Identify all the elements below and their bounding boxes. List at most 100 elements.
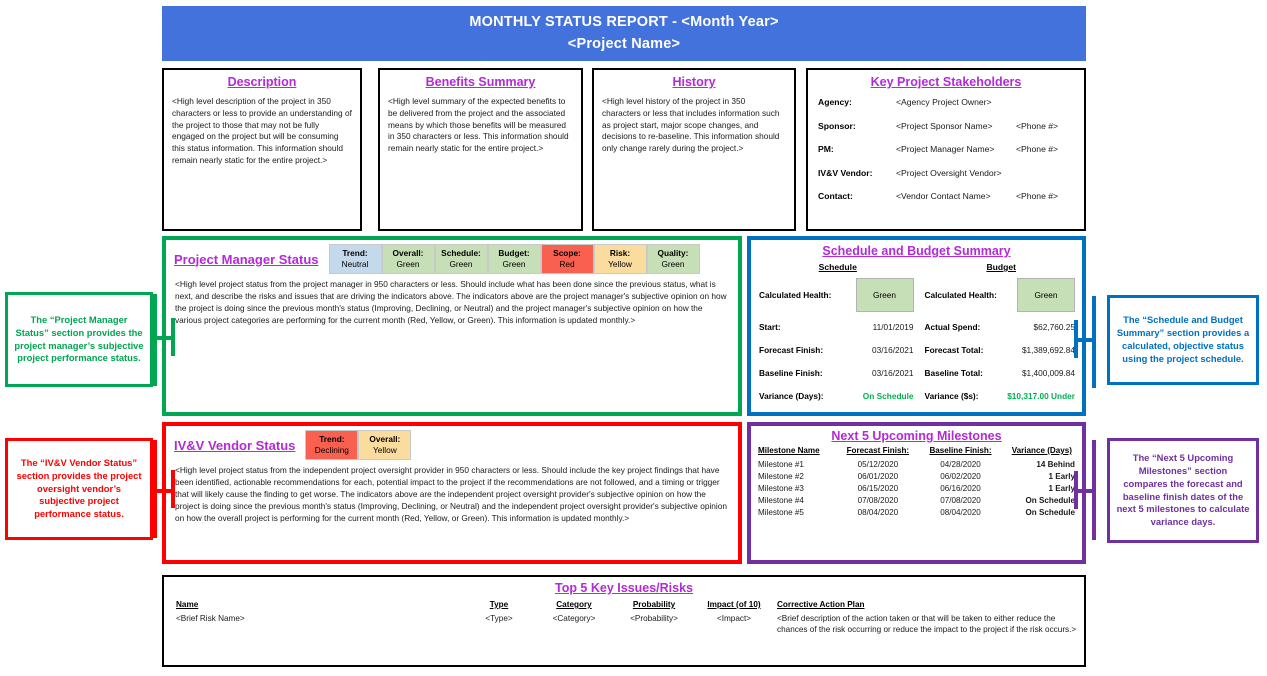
- status-badge-key: Schedule:: [441, 247, 481, 258]
- report-title-line1: MONTHLY STATUS REPORT - <Month Year>: [469, 14, 779, 31]
- table-row: Milestone #4 07/08/2020 07/08/2020 On Sc…: [751, 494, 1082, 506]
- key-issues-risks-panel: Top 5 Key Issues/Risks Name Type Categor…: [162, 575, 1086, 667]
- schedule-row: Start: 11/01/2019: [759, 315, 917, 338]
- status-badge-key: Overall:: [392, 247, 424, 258]
- status-badge-key: Trend:: [342, 247, 368, 258]
- stakeholder-phone: <Phone #>: [1016, 144, 1059, 154]
- status-badge-value: Green: [661, 259, 685, 269]
- connector-ms-vertical-left: [1074, 471, 1078, 509]
- connector-sb-vertical-left: [1074, 320, 1078, 358]
- status-badge-key: Trend:: [319, 433, 345, 444]
- budget-column: Budget Calculated Health: Green Actual S…: [917, 262, 1079, 407]
- milestone-name: Milestone #5: [758, 507, 804, 517]
- milestone-forecast: 08/04/2020: [857, 507, 899, 517]
- risk-category: <Category>: [552, 614, 596, 623]
- stakeholder-label: Agency:: [818, 97, 852, 107]
- milestone-name: Milestone #1: [758, 459, 804, 469]
- stakeholders-title: Key Project Stakeholders: [870, 75, 1022, 89]
- callout-text: The “Schedule and Budget Summary” sectio…: [1116, 314, 1250, 364]
- report-page: MONTHLY STATUS REPORT - <Month Year> <Pr…: [0, 0, 1267, 676]
- schedule-variance-row: Variance (Days): On Schedule: [759, 384, 917, 407]
- risks-col-name: Name: [176, 600, 199, 609]
- ivv-status-body: <High level project status from the inde…: [175, 465, 727, 524]
- schedule-budget-summary-panel: Schedule and Budget Summary Schedule Cal…: [747, 236, 1086, 416]
- history-body: <High level history of the project in 35…: [602, 96, 780, 154]
- status-badge-value: Declining: [314, 445, 349, 455]
- description-title: Description: [227, 75, 297, 89]
- stakeholder-value: <Project Manager Name>: [896, 144, 995, 154]
- status-badge-quality: Quality: Green: [646, 244, 700, 274]
- budget-row-label: Forecast Total:: [924, 344, 984, 355]
- milestones-col-name: Milestone Name: [758, 446, 820, 455]
- schedule-row: Forecast Finish: 03/16/2021: [759, 338, 917, 361]
- description-body: <High level description of the project i…: [172, 96, 352, 165]
- budget-row-label: Baseline Total:: [924, 367, 983, 378]
- callout-upcoming-milestones: The “Next 5 Upcoming Milestones” section…: [1107, 438, 1259, 543]
- status-badge-overall: Overall: Green: [381, 244, 435, 274]
- budget-row: Actual Spend: $62,760.25: [925, 315, 1079, 338]
- schedule-variance-value: On Schedule: [862, 390, 914, 401]
- budget-row: Baseline Total: $1,400,009.84: [925, 361, 1079, 384]
- upcoming-milestones-panel: Next 5 Upcoming Milestones Milestone Nam…: [747, 422, 1086, 564]
- stakeholder-row: Contact: <Vendor Contact Name> <Phone #>: [818, 191, 1078, 201]
- status-badge-value: Yellow: [608, 259, 632, 269]
- milestone-variance: 14 Behind: [1036, 459, 1075, 469]
- status-badge-schedule: Schedule: Green: [434, 244, 488, 274]
- stakeholders-panel: Key Project Stakeholders Agency: <Agency…: [806, 68, 1086, 231]
- ivv-status-title: IV&V Vendor Status: [174, 437, 296, 453]
- milestones-col-variance-label: Variance (Days): [1011, 446, 1072, 455]
- schedule-health-label: Calculated Health:: [759, 290, 832, 300]
- status-badge-value: Green: [449, 259, 473, 269]
- schedule-row-label: Baseline Finish:: [759, 367, 823, 378]
- status-badge-trend: Trend: Declining: [305, 430, 359, 460]
- milestones-col-forecast: Forecast Finish:: [836, 446, 919, 458]
- stakeholder-value: <Project Oversight Vendor>: [896, 167, 1002, 178]
- status-badge-key: Risk:: [609, 247, 631, 258]
- schedule-budget-grid: Schedule Calculated Health: Green Start:…: [751, 258, 1082, 407]
- milestone-baseline: 07/08/2020: [940, 495, 981, 505]
- callout-text: The “Next 5 Upcoming Milestones” section…: [1116, 451, 1250, 528]
- status-badge-value: Green: [502, 259, 526, 269]
- risks-col-probability: Probability: [632, 600, 676, 609]
- risk-probability: <Probability>: [630, 614, 678, 623]
- stakeholders-list: Agency: <Agency Project Owner> Sponsor: …: [808, 89, 1084, 201]
- report-title-line2: <Project Name>: [567, 35, 681, 52]
- benefits-summary-body: <High level summary of the expected bene…: [388, 96, 569, 154]
- status-badge-budget: Budget: Green: [487, 244, 541, 274]
- stakeholder-label: PM:: [818, 144, 834, 154]
- milestone-baseline: 06/16/2020: [940, 483, 981, 493]
- connector-ivv-vertical-right: [171, 470, 175, 508]
- budget-health-chip: Green: [1017, 278, 1075, 312]
- ivv-vendor-status-panel: IV&V Vendor Status Trend: Declining Over…: [162, 422, 742, 564]
- milestones-col-forecast-label: Forecast Finish:: [846, 446, 910, 455]
- budget-variance-row: Variance ($s): $10,317.00 Under: [925, 384, 1079, 407]
- callout-text: The “IV&V Vendor Status” section provide…: [16, 456, 142, 520]
- milestones-col-baseline: Baseline Finish:: [919, 446, 1001, 458]
- schedule-row: Baseline Finish: 03/16/2021: [759, 361, 917, 384]
- pm-status-badges: Trend: Neutral Overall: Green Schedule: …: [328, 244, 700, 274]
- risks-header-row: Name Type Category Probability Impact (o…: [164, 600, 1084, 613]
- stakeholder-phone: <Phone #>: [1016, 120, 1059, 131]
- status-badge-value: Green: [396, 259, 420, 269]
- schedule-row-value: 11/01/2019: [872, 321, 914, 332]
- schedule-variance-label: Variance (Days):: [759, 390, 824, 401]
- risks-col-type: Type: [489, 600, 509, 609]
- schedule-health-row: Calculated Health: Green: [759, 275, 917, 315]
- status-badge-value: Yellow: [373, 445, 397, 455]
- status-badge-key: Quality:: [657, 247, 689, 258]
- ivv-status-header: IV&V Vendor Status Trend: Declining Over…: [166, 426, 738, 460]
- schedule-row-label: Forecast Finish:: [759, 344, 824, 355]
- stakeholder-row: Agency: <Agency Project Owner>: [818, 97, 1078, 107]
- status-badge-trend: Trend: Neutral: [328, 244, 382, 274]
- risk-corrective-action-plan: <Brief description of the action taken o…: [777, 614, 1077, 635]
- budget-row: Forecast Total: $1,389,692.84: [925, 338, 1079, 361]
- status-badge-value: Red: [559, 259, 575, 269]
- schedule-column: Schedule Calculated Health: Green Start:…: [755, 262, 917, 407]
- budget-row-value: $1,400,009.84: [1021, 367, 1075, 378]
- budget-column-heading: Budget: [986, 262, 1017, 272]
- stakeholder-row: PM: <Project Manager Name> <Phone #>: [818, 144, 1078, 154]
- table-row: Milestone #1 05/12/2020 04/28/2020 14 Be…: [751, 458, 1082, 470]
- schedule-budget-title: Schedule and Budget Summary: [822, 244, 1011, 258]
- stakeholder-value: <Agency Project Owner>: [896, 97, 992, 107]
- description-panel: Description <High level description of t…: [162, 68, 362, 231]
